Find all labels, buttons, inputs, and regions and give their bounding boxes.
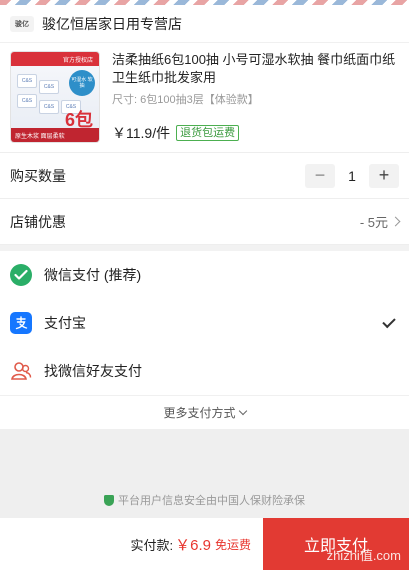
- shop-header[interactable]: 骏亿 骏亿恒居家日用专营店: [0, 5, 409, 43]
- chevron-down-icon: [238, 406, 247, 415]
- security-note-text: 平台用户信息安全由中国人保财险承保: [118, 495, 305, 507]
- product-item[interactable]: 官方授权店 可湿水 软抽 C&S C&S C&S C&S C&S 6包 原生木浆…: [0, 43, 409, 153]
- decrement-button[interactable]: −: [305, 163, 335, 188]
- payment-option-wechat[interactable]: 微信支付 (推荐): [0, 251, 409, 299]
- shop-name[interactable]: 骏亿恒居家日用专营店: [42, 14, 182, 34]
- total-label: 实付款:: [130, 537, 174, 553]
- thumb-box: C&S: [17, 94, 37, 108]
- increment-button[interactable]: +: [369, 163, 399, 188]
- free-shipping-label: 免运费: [214, 537, 251, 552]
- discount-label: 店铺优惠: [10, 213, 66, 230]
- payment-methods: 微信支付 (推荐) 支付宝 找微信好友支付 更多支付方式: [0, 251, 409, 429]
- thumb-box: C&S: [39, 100, 59, 114]
- chevron-right-icon: [390, 216, 401, 227]
- quantity-stepper: − 1 +: [305, 163, 399, 188]
- thumb-box: C&S: [17, 74, 37, 88]
- wechat-pay-icon: [10, 264, 32, 286]
- thumb-seal: 可湿水 软抽: [69, 70, 95, 96]
- security-note: 平台用户信息安全由中国人保财险承保: [0, 492, 409, 508]
- product-title: 洁柔抽纸6包100抽 小号可湿水软抽 餐巾纸面巾纸卫生纸巾批发家用: [112, 52, 396, 85]
- checkout-bar: 实付款: ￥6.9 免运费 立即支付 zhizhi值.com: [0, 518, 409, 570]
- more-payments-label: 更多支付方式: [163, 406, 236, 420]
- checkmark-icon: [382, 314, 396, 328]
- discount-value-wrap: - 5元: [359, 212, 401, 231]
- total-price: ￥6.9: [175, 536, 211, 554]
- more-payments-button[interactable]: 更多支付方式: [0, 395, 409, 429]
- product-spec: 尺寸: 6包100抽3层【体验款】: [112, 94, 259, 106]
- discount-value: - 5元: [359, 215, 388, 230]
- return-shipping-tag: 退货包运费: [176, 125, 240, 141]
- friend-pay-icon: [10, 360, 32, 382]
- product-price: ￥11.9/件: [112, 125, 171, 141]
- quantity-row: 购买数量 − 1 +: [0, 153, 409, 199]
- total-area: 实付款: ￥6.9 免运费: [0, 534, 263, 555]
- thumb-box: C&S: [39, 80, 59, 94]
- alipay-icon: [10, 312, 32, 334]
- quantity-label: 购买数量: [10, 167, 66, 184]
- order-card: 骏亿 骏亿恒居家日用专营店 官方授权店 可湿水 软抽 C&S C&S C&S C…: [0, 5, 409, 245]
- payment-option-friend[interactable]: 找微信好友支付: [0, 347, 409, 395]
- payment-option-alipay[interactable]: 支付宝: [0, 299, 409, 347]
- thumb-top-band: 官方授权店: [11, 52, 99, 66]
- shop-logo: 骏亿: [10, 15, 34, 32]
- product-thumbnail[interactable]: 官方授权店 可湿水 软抽 C&S C&S C&S C&S C&S 6包 原生木浆…: [10, 51, 100, 143]
- watermark: zhizhi值.com: [326, 548, 401, 563]
- shield-icon: [104, 494, 114, 506]
- payment-label: 微信支付 (推荐): [44, 267, 142, 283]
- product-info: 洁柔抽纸6包100抽 小号可湿水软抽 餐巾纸面巾纸卫生纸巾批发家用 尺寸: 6包…: [112, 51, 399, 142]
- payment-label: 找微信好友支付: [44, 363, 142, 379]
- thumb-bottom-band: 原生木浆 面层柔软: [11, 128, 99, 142]
- price-row: ￥11.9/件 退货包运费: [112, 123, 399, 143]
- store-discount-row[interactable]: 店铺优惠 - 5元: [0, 199, 409, 245]
- payment-label: 支付宝: [44, 315, 86, 331]
- quantity-value[interactable]: 1: [335, 168, 369, 184]
